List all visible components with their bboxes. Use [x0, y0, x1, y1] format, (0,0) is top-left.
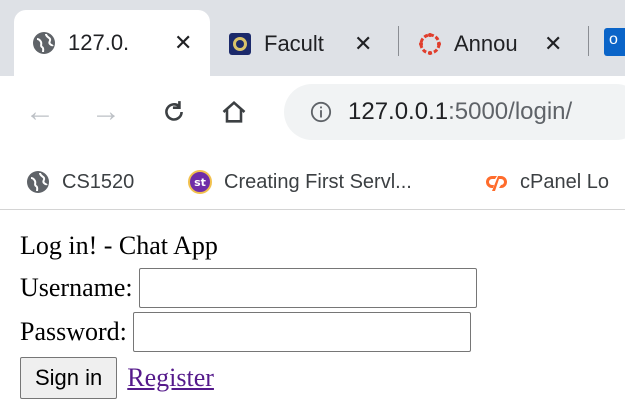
tab-divider — [588, 26, 589, 56]
globe-icon — [33, 32, 55, 54]
university-seal-icon — [229, 33, 251, 55]
cpanel-logo-icon — [486, 176, 507, 191]
close-icon[interactable]: ✕ — [544, 31, 562, 57]
tab-label: 127.0. — [68, 30, 130, 55]
actions-row: Sign in Register — [20, 357, 620, 399]
close-icon[interactable]: ✕ — [354, 31, 372, 57]
password-input[interactable] — [132, 312, 471, 352]
sign-in-button[interactable]: Sign in — [20, 357, 118, 399]
bookmark-cs1520[interactable]: CS1520 — [26, 162, 134, 202]
bookmarks-bar: CS1520 st Creating First Servl... cPanel… — [0, 154, 625, 210]
username-input[interactable] — [138, 268, 477, 308]
tab-strip: 127.0. ✕ Facult ✕ Annou ✕ o — [0, 0, 625, 76]
tab-localhost[interactable]: 127.0. ✕ — [14, 10, 210, 76]
bookmark-label: CS1520 — [62, 170, 135, 193]
tab-divider — [398, 26, 399, 56]
st-logo-icon: st — [188, 170, 212, 194]
tab-label: Annou — [454, 31, 518, 56]
url-host: 127.0.0.1 — [348, 98, 449, 125]
username-label: Username: — [20, 273, 133, 302]
reload-icon[interactable] — [154, 92, 194, 132]
canvas-logo-icon — [419, 33, 441, 55]
outlook-icon[interactable]: o — [604, 28, 625, 56]
tab-announcements[interactable]: Annou ✕ — [418, 12, 562, 76]
close-icon[interactable]: ✕ — [174, 30, 192, 56]
browser-toolbar: ← → 127.0.0.1:5000/login/ — [0, 76, 625, 154]
info-icon[interactable] — [310, 101, 332, 123]
address-bar[interactable]: 127.0.0.1:5000/login/ — [284, 84, 625, 140]
home-icon[interactable] — [214, 92, 254, 132]
forward-arrow-icon[interactable]: → — [86, 92, 126, 132]
page-title: Log in! - Chat App — [20, 231, 218, 260]
globe-icon — [27, 171, 49, 193]
url-path: :5000/login/ — [448, 98, 573, 125]
back-arrow-icon[interactable]: ← — [20, 92, 60, 132]
bookmark-label: cPanel Lo — [520, 170, 609, 193]
register-link[interactable]: Register — [127, 363, 214, 393]
svg-text:st: st — [194, 176, 206, 189]
tab-faculty[interactable]: Facult ✕ — [228, 12, 372, 76]
password-label: Password: — [20, 317, 127, 346]
bookmark-cpanel[interactable]: cPanel Lo — [484, 162, 609, 202]
bookmark-label: Creating First Servl... — [224, 170, 412, 193]
page-content: Log in! - Chat App Username: Password: S… — [20, 228, 620, 399]
username-row: Username: — [20, 268, 620, 308]
bookmark-creating-first-servlet[interactable]: st Creating First Servl... — [188, 162, 412, 202]
password-row: Password: — [20, 312, 620, 352]
tab-label: Facult — [264, 31, 324, 56]
